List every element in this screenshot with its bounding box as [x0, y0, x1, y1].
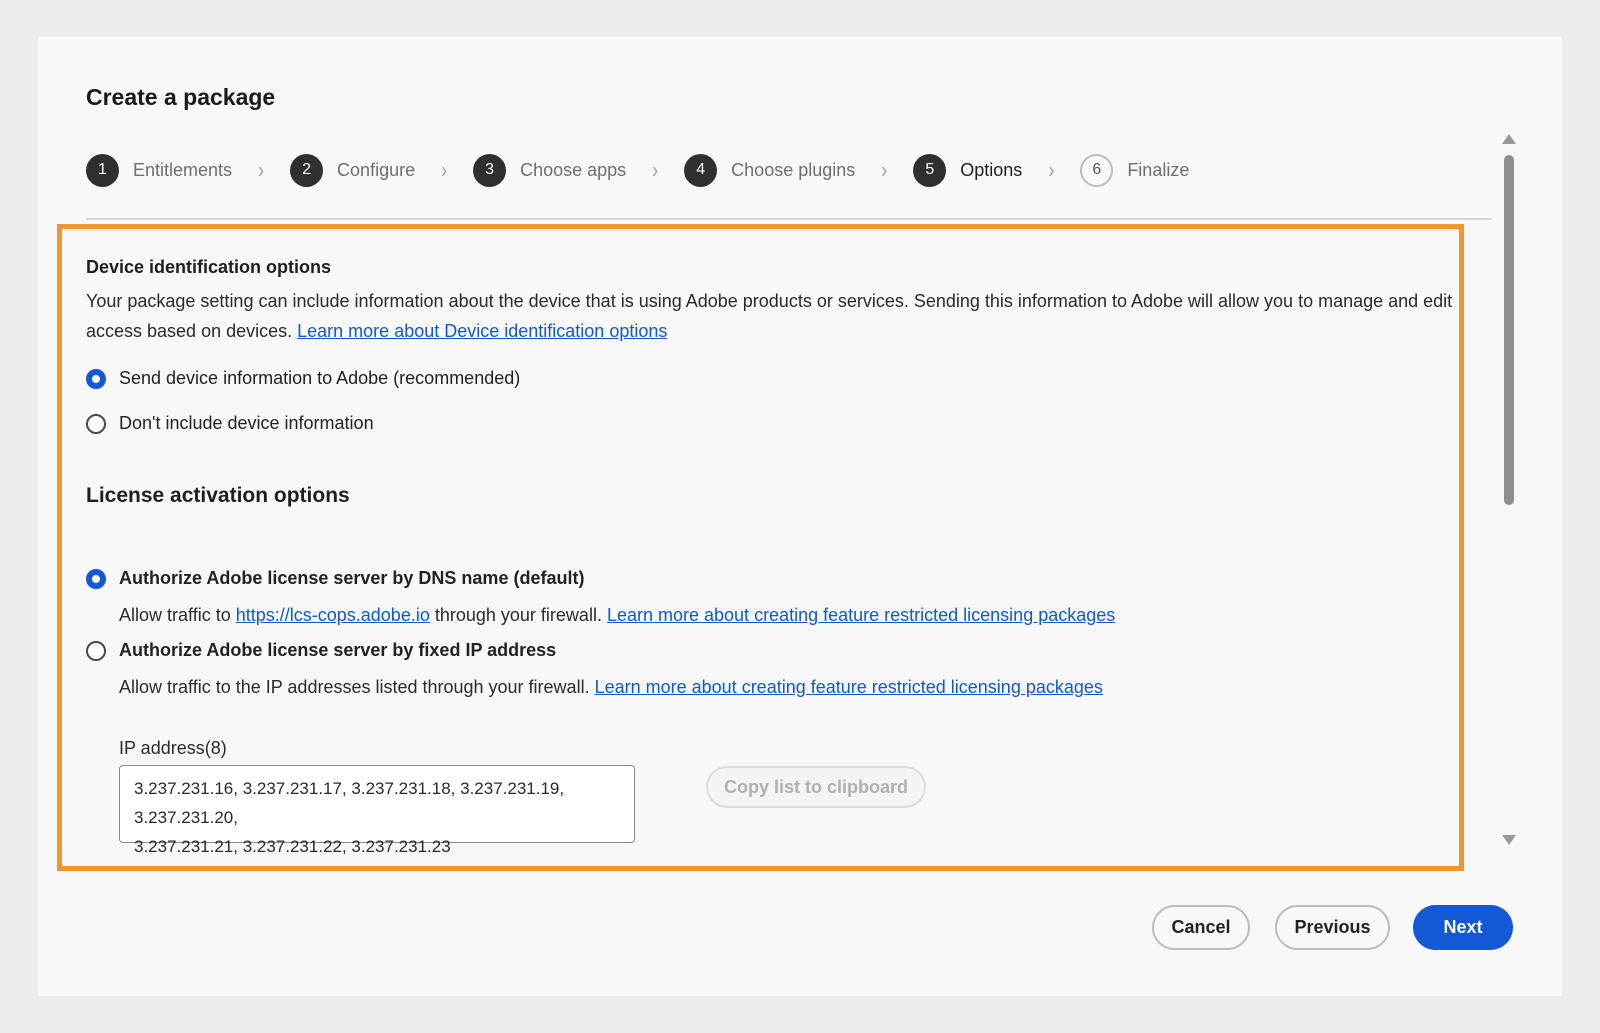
step-label: Entitlements: [133, 160, 232, 181]
chevron-right-icon: ›: [1048, 156, 1054, 183]
next-button[interactable]: Next: [1413, 905, 1513, 950]
stepper: 1 Entitlements › 2 Configure › 3 Choose …: [86, 152, 1189, 188]
step-choose-plugins[interactable]: 4 Choose plugins: [684, 154, 855, 187]
ip-line: 3.237.231.21, 3.237.231.22, 3.237.231.23: [134, 832, 620, 861]
step-label: Choose apps: [520, 160, 626, 181]
ip-learn-more-link[interactable]: Learn more about creating feature restri…: [595, 677, 1103, 697]
step-choose-apps[interactable]: 3 Choose apps: [473, 154, 626, 187]
cancel-button[interactable]: Cancel: [1152, 905, 1250, 950]
step-number: 5: [913, 154, 946, 187]
stepper-divider: [86, 218, 1492, 220]
radio-label: Send device information to Adobe (recomm…: [119, 368, 520, 389]
dialog-title: Create a package: [86, 84, 275, 111]
ip-line: 3.237.231.16, 3.237.231.17, 3.237.231.18…: [134, 774, 620, 832]
device-learn-more-link[interactable]: Learn more about Device identification o…: [297, 321, 667, 341]
step-entitlements[interactable]: 1 Entitlements: [86, 154, 232, 187]
radio-authorize-fixed-ip[interactable]: Authorize Adobe license server by fixed …: [86, 640, 1486, 661]
scroll-up-arrow-icon[interactable]: [1502, 134, 1516, 144]
chevron-right-icon: ›: [441, 156, 447, 183]
step-finalize: 6 Finalize: [1080, 154, 1189, 187]
dns-prefix-text: Allow traffic to: [119, 605, 231, 625]
radio-label: Authorize Adobe license server by DNS na…: [119, 568, 584, 589]
radio-authorize-dns[interactable]: Authorize Adobe license server by DNS na…: [86, 568, 1486, 589]
device-description-text: Your package setting can include informa…: [86, 291, 1452, 341]
dns-suffix-text: through your firewall.: [435, 605, 602, 625]
create-package-dialog: Create a package 1 Entitlements › 2 Conf…: [38, 37, 1562, 996]
device-options-description: Your package setting can include informa…: [86, 286, 1466, 346]
options-content: Device identification options Your packa…: [86, 257, 1486, 855]
chevron-right-icon: ›: [881, 156, 887, 183]
step-number: 1: [86, 154, 119, 187]
radio-checked[interactable]: [86, 569, 106, 589]
radio-unchecked[interactable]: [86, 641, 106, 661]
step-label: Finalize: [1127, 160, 1189, 181]
chevron-right-icon: ›: [652, 156, 658, 183]
step-number: 4: [684, 154, 717, 187]
ip-description-text: Allow traffic to the IP addresses listed…: [119, 677, 590, 697]
step-options[interactable]: 5 Options: [913, 154, 1022, 187]
step-number: 3: [473, 154, 506, 187]
ip-address-field[interactable]: 3.237.231.16, 3.237.231.17, 3.237.231.18…: [119, 765, 635, 843]
step-configure[interactable]: 2 Configure: [290, 154, 415, 187]
radio-send-device-info[interactable]: Send device information to Adobe (recomm…: [86, 368, 1486, 389]
scroll-down-arrow-icon[interactable]: [1502, 835, 1516, 845]
device-options-heading: Device identification options: [86, 257, 1486, 278]
radio-unchecked[interactable]: [86, 414, 106, 434]
radio-label: Authorize Adobe license server by fixed …: [119, 640, 556, 661]
previous-button[interactable]: Previous: [1275, 905, 1390, 950]
dns-learn-more-link[interactable]: Learn more about creating feature restri…: [607, 605, 1115, 625]
step-label: Options: [960, 160, 1022, 181]
scrollbar-thumb[interactable]: [1504, 155, 1514, 505]
radio-dont-include-device-info[interactable]: Don't include device information: [86, 413, 1486, 434]
copy-list-button[interactable]: Copy list to clipboard: [706, 766, 926, 808]
dns-description: Allow traffic to https://lcs-cops.adobe.…: [119, 605, 1486, 626]
step-number: 2: [290, 154, 323, 187]
ip-address-row: 3.237.231.16, 3.237.231.17, 3.237.231.18…: [86, 765, 1486, 855]
step-label: Configure: [337, 160, 415, 181]
step-number: 6: [1080, 154, 1113, 187]
chevron-right-icon: ›: [258, 156, 264, 183]
radio-label: Don't include device information: [119, 413, 374, 434]
dns-url-link[interactable]: https://lcs-cops.adobe.io: [236, 605, 430, 625]
ip-address-label: IP address(8): [119, 738, 1486, 759]
radio-checked[interactable]: [86, 369, 106, 389]
ip-description: Allow traffic to the IP addresses listed…: [119, 677, 1486, 698]
step-label: Choose plugins: [731, 160, 855, 181]
license-options-heading: License activation options: [86, 484, 1486, 508]
